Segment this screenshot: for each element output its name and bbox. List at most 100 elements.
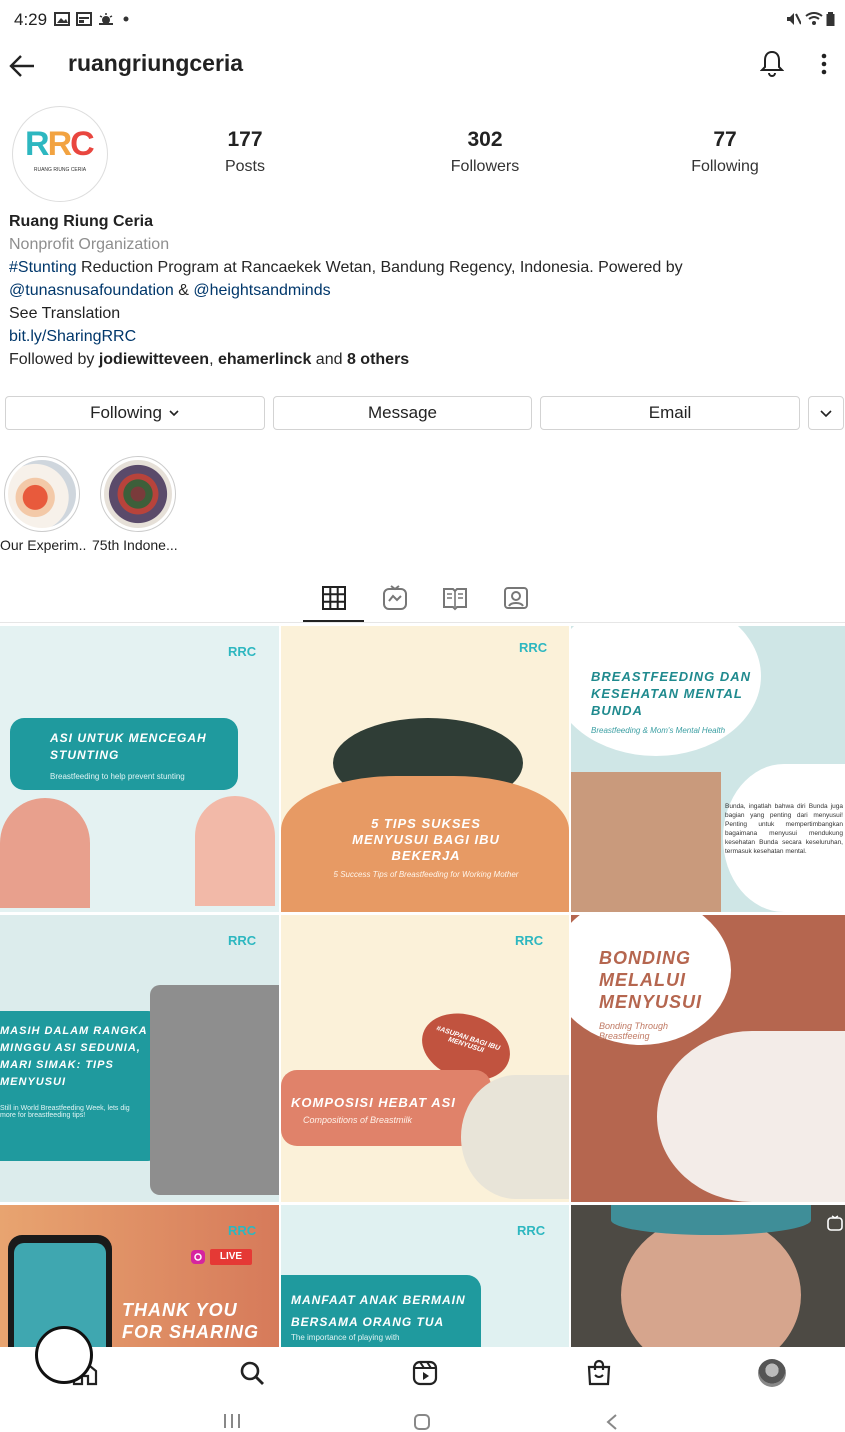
highlight-label-2: 75th Indone...: [92, 537, 178, 553]
see-translation-link[interactable]: See Translation: [9, 302, 829, 325]
post-illustration: [0, 798, 90, 908]
posts-stat[interactable]: 177 Posts: [165, 128, 325, 176]
instagram-icon: [191, 1250, 205, 1264]
post-title: KOMPOSISI HEBAT ASI: [291, 1095, 456, 1110]
post-photo-headscarf: [611, 1205, 811, 1235]
highlight-label-1: Our Experim...: [0, 537, 86, 553]
message-button[interactable]: Message: [273, 396, 532, 430]
follower-name-1: jodiewitteveen: [98, 351, 210, 368]
gallery-icon: [54, 12, 70, 26]
post-tile-4[interactable]: RRC MASIH DALAM RANGKA MINGGU ASI SEDUNI…: [0, 915, 279, 1202]
highlight-thumbnail: [104, 460, 172, 528]
bottom-navigation: [0, 1347, 845, 1401]
followers-label: Followers: [450, 158, 520, 175]
igtv-badge-icon: [827, 1215, 843, 1231]
posts-label: Posts: [224, 158, 265, 175]
post-photo: [150, 985, 279, 1195]
followed-prefix: Followed by: [9, 351, 99, 368]
post-tile-5[interactable]: RRC #ASUPAN BAGI IBU MENYUSUI KOMPOSISI …: [281, 915, 569, 1202]
post-title: 5 TIPS SUKSES MENYUSUI BAGI IBU BEKERJA: [352, 816, 500, 863]
category-label: Nonprofit Organization: [9, 236, 170, 253]
mention-link-2[interactable]: @heightsandminds: [193, 282, 330, 299]
story-highlight-2[interactable]: [100, 456, 176, 532]
follower-name-2: ehamerlinck: [217, 351, 312, 368]
message-button-label: Message: [368, 403, 437, 422]
live-badge: LIVE: [210, 1249, 252, 1265]
suggested-accounts-button[interactable]: [808, 396, 844, 430]
bio-amp: &: [173, 282, 194, 299]
post-tile-1[interactable]: RRC ASI UNTUK MENCEGAH STUNTING Breastfe…: [0, 626, 279, 912]
post-photo: [461, 1075, 569, 1199]
post-logo: RRC: [515, 933, 544, 948]
igtv-tab-icon[interactable]: [381, 584, 409, 612]
wifi-icon: [805, 12, 823, 25]
post-tile-8[interactable]: RRC MANFAAT ANAK BERMAIN BERSAMA ORANG T…: [281, 1205, 569, 1347]
highlight-thumbnail: [8, 460, 76, 528]
post-tile-3[interactable]: BREASTFEEDING DAN KESEHATAN MENTAL BUNDA…: [571, 626, 845, 912]
post-body-text: Bunda, ingatlah bahwa diri Bunda juga ba…: [725, 803, 843, 855]
website-link[interactable]: bit.ly/SharingRRC: [9, 325, 829, 348]
post-subtitle: The importance of playing with: [291, 1333, 400, 1342]
follower-others: 8 others: [346, 351, 410, 368]
post-subtitle: Bonding Through Breastfeeing: [599, 1021, 669, 1041]
post-tile-2[interactable]: RRC 5 TIPS SUKSES MENYUSUI BAGI IBU BEKE…: [281, 626, 569, 912]
status-time: 4:29: [14, 10, 48, 29]
notification-dot-icon: [123, 16, 129, 22]
mention-link-1[interactable]: @tunasnusafoundation: [9, 282, 174, 299]
more-options-icon[interactable]: [820, 52, 828, 76]
post-subtitle: 5 Success Tips of Breastfeeding for Work…: [333, 870, 519, 879]
post-logo: RRC: [228, 1223, 257, 1238]
grid-tab-icon[interactable]: [320, 584, 348, 612]
display-name: Ruang Riung Ceria: [9, 213, 154, 230]
guides-tab-icon[interactable]: [441, 584, 469, 612]
shop-icon[interactable]: [585, 1358, 613, 1388]
story-highlight-1[interactable]: [4, 456, 80, 532]
post-logo: RRC: [517, 1223, 546, 1238]
post-tile-6[interactable]: BONDING MELALUI MENYUSUI Bonding Through…: [571, 915, 845, 1202]
bio-line-1: #Stunting Reduction Program at Rancaekek…: [9, 256, 829, 279]
post-tile-7[interactable]: RRC LIVE THANK YOU FOR SHARING: [0, 1205, 279, 1347]
followed-comma: ,: [209, 351, 218, 368]
back-arrow-icon[interactable]: [8, 53, 36, 79]
calendar-icon: [76, 12, 92, 26]
post-title: MANFAAT ANAK BERMAIN BERSAMA ORANG TUA: [291, 1293, 466, 1329]
followed-by[interactable]: Followed by jodiewitteveen, ehamerlinck …: [9, 348, 829, 371]
tab-divider: [0, 622, 845, 623]
following-button-label: Following: [90, 403, 162, 422]
battery-icon: [826, 12, 835, 26]
followers-stat[interactable]: 302 Followers: [405, 128, 565, 176]
hashtag-link[interactable]: #Stunting: [9, 259, 77, 276]
back-button-icon[interactable]: [605, 1413, 619, 1431]
following-stat[interactable]: 77 Following: [645, 128, 805, 176]
chevron-down-icon: [169, 410, 179, 417]
status-bar: 4:29: [0, 0, 845, 38]
post-title: THANK YOU FOR SHARING: [122, 1300, 259, 1342]
chevron-down-icon: [820, 409, 832, 417]
assistive-touch-button[interactable]: [35, 1326, 93, 1384]
tagged-tab-icon[interactable]: [502, 584, 530, 612]
profile-username: ruangriungceria: [68, 50, 244, 76]
post-title: BONDING MELALUI MENYUSUI: [599, 948, 703, 1012]
post-photo: [571, 772, 721, 912]
reels-icon[interactable]: [411, 1359, 439, 1387]
post-title: BREASTFEEDING DAN KESEHATAN MENTAL BUNDA: [591, 669, 752, 718]
profile-bio: Ruang Riung Ceria Nonprofit Organization…: [9, 210, 829, 371]
post-logo: RRC: [228, 644, 257, 659]
bell-icon[interactable]: [760, 50, 784, 78]
post-tile-9[interactable]: [571, 1205, 845, 1347]
bio-line-2: @tunasnusafoundation & @heightsandminds: [9, 279, 829, 302]
avatar-caption: RUANG RIUNG CERIA: [33, 167, 87, 173]
following-button[interactable]: Following: [5, 396, 265, 430]
search-icon[interactable]: [238, 1359, 266, 1387]
profile-avatar-tab[interactable]: [758, 1359, 786, 1387]
profile-avatar[interactable]: RRC RUANG RIUNG CERIA: [12, 106, 108, 202]
recent-apps-icon[interactable]: [222, 1413, 242, 1429]
home-button-icon[interactable]: [413, 1413, 431, 1431]
weather-icon: [99, 13, 113, 25]
post-title: ASI UNTUK MENCEGAH STUNTING: [50, 731, 207, 762]
top-bar: ruangriungceria: [0, 38, 845, 94]
posts-count: 177: [227, 128, 263, 151]
followed-and: and: [311, 351, 347, 368]
email-button[interactable]: Email: [540, 396, 800, 430]
post-subtitle: Breastfeeding to help prevent stunting: [50, 772, 185, 781]
